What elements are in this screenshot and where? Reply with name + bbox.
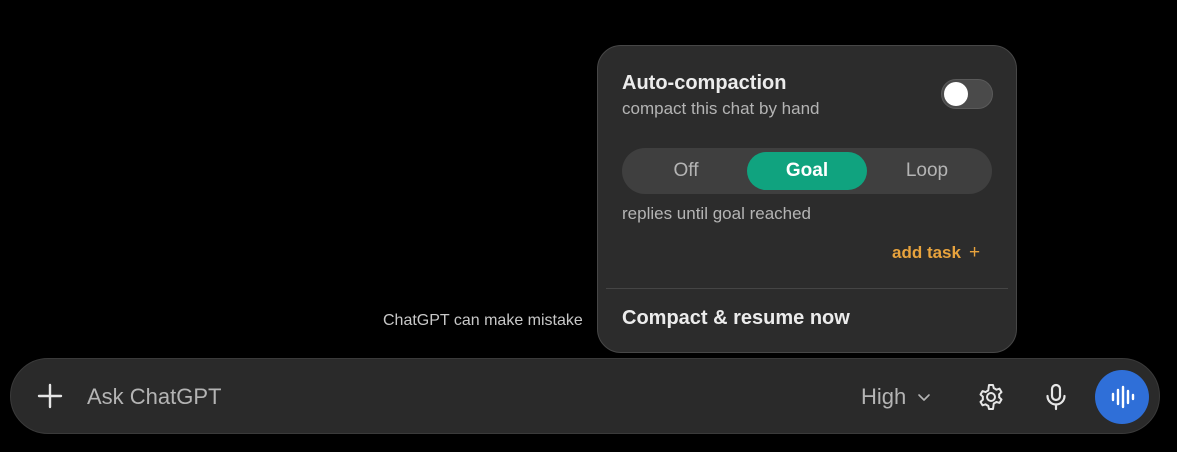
composer-bar: High	[10, 358, 1160, 434]
mode-loop-option[interactable]: Loop	[867, 152, 987, 190]
dictate-button[interactable]	[1036, 377, 1076, 417]
auto-compaction-subtitle: compact this chat by hand	[622, 99, 820, 118]
mode-description: replies until goal reached	[622, 204, 812, 223]
settings-button[interactable]	[971, 377, 1011, 417]
auto-compaction-popover: Auto-compaction compact this chat by han…	[597, 45, 1017, 353]
gear-icon	[979, 384, 1003, 410]
mode-off-option[interactable]: Off	[626, 152, 746, 190]
add-attachment-button[interactable]	[33, 379, 67, 413]
reasoning-level-label: High	[861, 384, 907, 409]
chat-screen: ChatGPT can make mistake High	[0, 0, 1177, 452]
add-task-label: add task	[892, 243, 961, 262]
popover-divider	[606, 288, 1008, 289]
voice-mode-button[interactable]	[1095, 370, 1149, 424]
compaction-mode-selector: Off Goal Loop	[622, 148, 992, 194]
add-task-button[interactable]: add task +	[892, 242, 980, 264]
auto-compaction-toggle[interactable]	[941, 79, 993, 109]
auto-compaction-title: Auto-compaction	[622, 72, 787, 94]
toggle-knob	[944, 82, 968, 106]
chevron-down-icon	[918, 394, 931, 401]
mode-goal-option[interactable]: Goal	[747, 152, 867, 190]
reasoning-level-select[interactable]: High	[861, 381, 932, 413]
plus-icon	[37, 383, 63, 409]
disclaimer-text: ChatGPT can make mistake	[383, 312, 583, 329]
microphone-icon	[1046, 383, 1066, 411]
prompt-input[interactable]	[87, 381, 687, 413]
voice-waveform-icon	[1111, 385, 1135, 409]
compact-resume-button[interactable]: Compact & resume now	[622, 307, 850, 330]
add-task-plus-icon: +	[968, 242, 981, 263]
